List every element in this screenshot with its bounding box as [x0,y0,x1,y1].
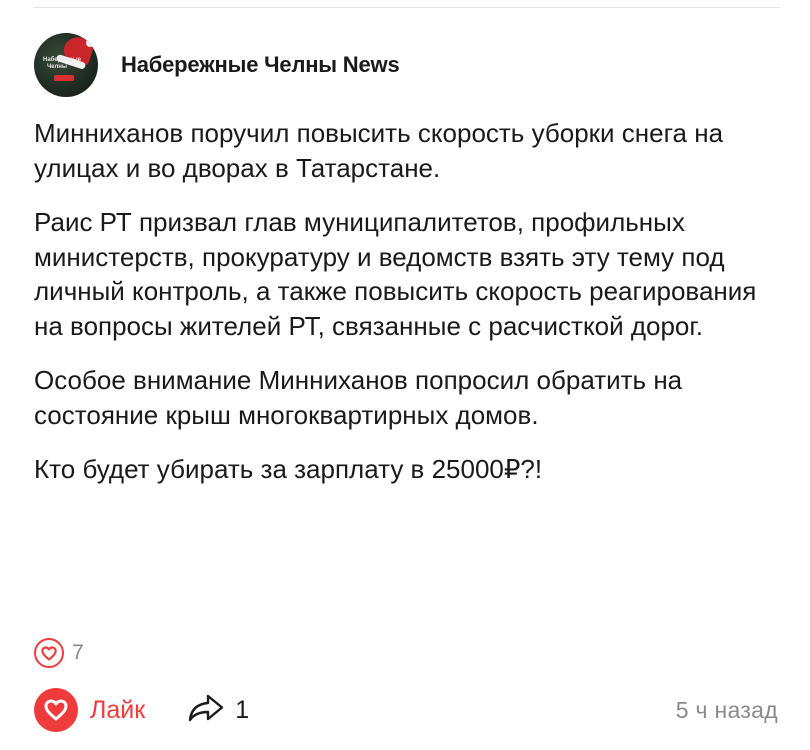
post-paragraph: Минниханов поручил повысить скорость убо… [34,118,724,183]
share-icon [187,693,225,728]
reaction-count: 7 [72,641,84,664]
post-paragraph: Кто будет убирать за зарплату в 25000₽?! [34,454,543,484]
channel-name[interactable]: Набережные Челны News [121,52,400,78]
channel-avatar[interactable]: Набережные Челны [34,33,98,97]
heart-icon [34,638,64,668]
share-button[interactable]: 1 [187,693,249,728]
post-paragraph: Особое внимание Минниханов попросил обра… [34,365,683,430]
reactions-bar[interactable]: 7 [34,638,84,668]
post-footer: Лайк 1 5 ч назад [34,686,778,734]
avatar-logo-mark [54,75,74,81]
like-button[interactable]: Лайк [34,688,145,732]
post-timestamp: 5 ч назад [675,696,778,723]
top-divider [33,7,780,8]
hat-pompom [86,39,94,47]
heart-icon [34,688,78,732]
post-header: Набережные Челны Набережные Челны News [34,33,400,97]
like-label: Лайк [90,695,146,724]
post-paragraph: Раис РТ призвал глав муниципалитетов, пр… [34,207,757,341]
avatar-logo-text: Набережные Челны [43,57,81,70]
share-count: 1 [235,695,250,724]
post-body: Минниханов поручил повысить скорость убо… [34,116,779,507]
